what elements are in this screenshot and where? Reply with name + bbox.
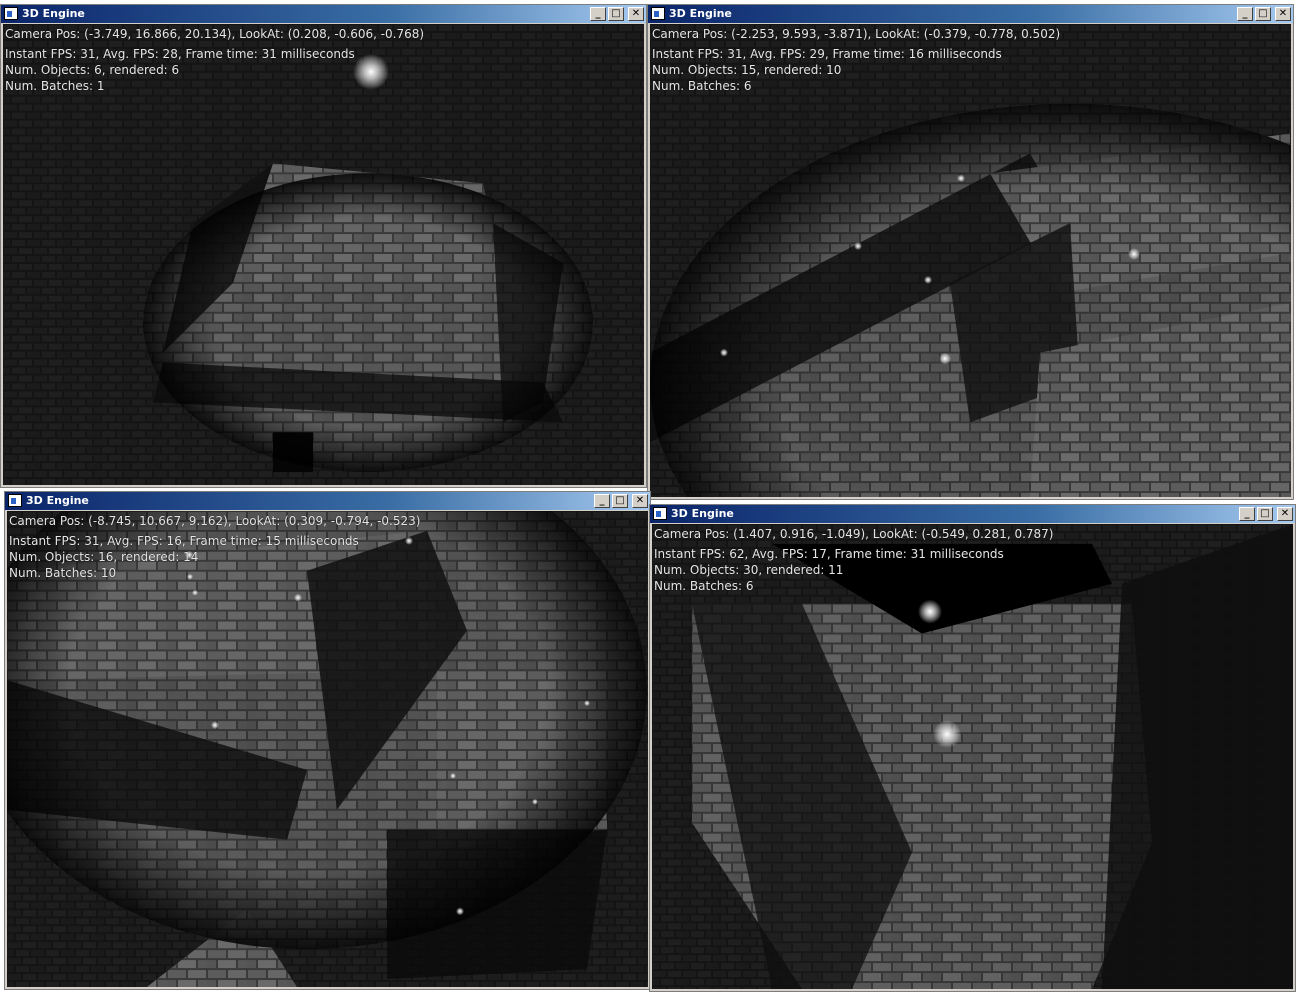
window-app-icon xyxy=(651,7,665,20)
window-titlebar[interactable]: 3D Engine _ □ ✕ xyxy=(650,505,1295,523)
maximize-icon[interactable]: □ xyxy=(1257,507,1273,521)
render-viewport[interactable]: Camera Pos: (1.407, 0.916, -1.049), Look… xyxy=(652,524,1293,989)
camera-readout: Camera Pos: (-8.745, 10.667, 9.162), Loo… xyxy=(9,514,421,528)
minimize-icon[interactable]: _ xyxy=(1239,507,1255,521)
minimize-icon[interactable]: _ xyxy=(594,494,610,508)
render-viewport[interactable]: Camera Pos: (-3.749, 16.866, 20.134), Lo… xyxy=(3,24,644,485)
window-titlebar[interactable]: 3D Engine _ □ ✕ xyxy=(1,5,646,23)
engine-window-4[interactable]: 3D Engine _ □ ✕ Camera Pos: (1.407, 0.91… xyxy=(649,504,1296,992)
close-icon[interactable]: ✕ xyxy=(1277,507,1293,521)
maximize-icon[interactable]: □ xyxy=(612,494,628,508)
batches-readout: Num. Batches: 10 xyxy=(9,566,117,580)
close-icon[interactable]: ✕ xyxy=(1275,7,1291,21)
render-viewport[interactable]: Camera Pos: (-8.745, 10.667, 9.162), Loo… xyxy=(7,511,648,987)
window-titlebar[interactable]: 3D Engine _ □ ✕ xyxy=(648,5,1293,23)
engine-window-3[interactable]: 3D Engine _ □ ✕ Camera Pos: (-8.745, 10.… xyxy=(4,491,651,990)
window-app-icon xyxy=(653,507,667,520)
window-titlebar[interactable]: 3D Engine _ □ ✕ xyxy=(5,492,650,510)
minimize-icon[interactable]: _ xyxy=(1237,7,1253,21)
minimize-icon[interactable]: _ xyxy=(590,7,606,21)
scene-render xyxy=(650,24,1291,497)
maximize-icon[interactable]: □ xyxy=(1255,7,1271,21)
window-title: 3D Engine xyxy=(671,507,734,520)
window-title: 3D Engine xyxy=(669,7,732,20)
batches-readout: Num. Batches: 6 xyxy=(654,579,754,593)
stats-overlay: Camera Pos: (-3.749, 16.866, 20.134), Lo… xyxy=(5,26,424,94)
objects-readout: Num. Objects: 16, rendered: 14 xyxy=(9,550,199,564)
scene-render xyxy=(7,511,648,987)
fps-readout: Instant FPS: 62, Avg. FPS: 17, Frame tim… xyxy=(654,547,1004,561)
fps-readout: Instant FPS: 31, Avg. FPS: 28, Frame tim… xyxy=(5,47,355,61)
fps-readout: Instant FPS: 31, Avg. FPS: 16, Frame tim… xyxy=(9,534,359,548)
render-viewport[interactable]: Camera Pos: (-2.253, 9.593, -3.871), Loo… xyxy=(650,24,1291,497)
engine-window-1[interactable]: 3D Engine _ □ ✕ Camera Pos: (-3.749, 16.… xyxy=(0,4,647,488)
stats-overlay: Camera Pos: (-8.745, 10.667, 9.162), Loo… xyxy=(9,513,420,581)
engine-window-2[interactable]: 3D Engine _ □ ✕ Camera Pos: (-2.253, 9.5… xyxy=(647,4,1294,500)
objects-readout: Num. Objects: 15, rendered: 10 xyxy=(652,63,842,77)
window-title: 3D Engine xyxy=(26,494,89,507)
fps-readout: Instant FPS: 31, Avg. FPS: 29, Frame tim… xyxy=(652,47,1002,61)
objects-readout: Num. Objects: 6, rendered: 6 xyxy=(5,63,180,77)
camera-readout: Camera Pos: (-2.253, 9.593, -3.871), Loo… xyxy=(652,27,1061,41)
close-icon[interactable]: ✕ xyxy=(628,7,644,21)
window-app-icon xyxy=(4,7,18,20)
window-title: 3D Engine xyxy=(22,7,85,20)
camera-readout: Camera Pos: (1.407, 0.916, -1.049), Look… xyxy=(654,527,1054,541)
batches-readout: Num. Batches: 1 xyxy=(5,79,105,93)
maximize-icon[interactable]: □ xyxy=(608,7,624,21)
objects-readout: Num. Objects: 30, rendered: 11 xyxy=(654,563,844,577)
close-icon[interactable]: ✕ xyxy=(632,494,648,508)
batches-readout: Num. Batches: 6 xyxy=(652,79,752,93)
stats-overlay: Camera Pos: (-2.253, 9.593, -3.871), Loo… xyxy=(652,26,1060,94)
stats-overlay: Camera Pos: (1.407, 0.916, -1.049), Look… xyxy=(654,526,1054,594)
camera-readout: Camera Pos: (-3.749, 16.866, 20.134), Lo… xyxy=(5,27,425,41)
window-app-icon xyxy=(8,494,22,507)
